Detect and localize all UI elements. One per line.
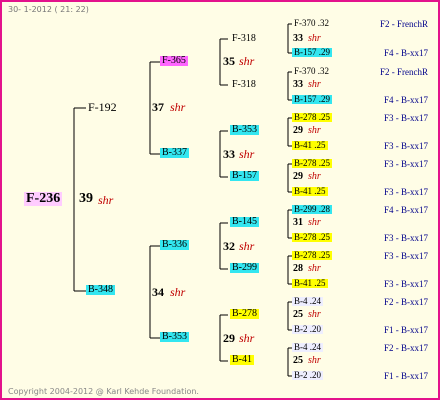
root-node-id[interactable]: F-236 — [24, 192, 63, 206]
gen4-node-1[interactable]: F-370 .32 — [292, 19, 331, 28]
gen4-node-3[interactable]: F-370 .32 — [292, 67, 331, 76]
gen4-node-5[interactable]: B-278 .25 — [292, 113, 332, 122]
gen3-gen-2: 33 — [293, 79, 303, 90]
gen1-node-2[interactable]: B-348 — [86, 285, 115, 295]
gen3-gen-1: 33 — [293, 33, 303, 44]
gen3-node-7[interactable]: B-278 — [230, 309, 259, 319]
gen2-node-2[interactable]: B-337 — [160, 148, 189, 158]
gen4-node-15[interactable]: B-4 .24 — [292, 343, 323, 352]
gen3-shr-2: shr — [308, 79, 321, 90]
gen4-node-16[interactable]: B-2 .20 — [292, 371, 323, 380]
gen4-node-13[interactable]: B-4 .24 — [292, 297, 323, 306]
gen2-gen-2: 33 — [223, 147, 235, 161]
gen2-shr-1: shr — [239, 54, 255, 68]
right-label-10: F3 - B-xx17 — [383, 233, 428, 243]
gen4-node-12[interactable]: B-41 .25 — [292, 279, 328, 288]
gen3-gen-3: 29 — [293, 125, 303, 136]
root-generation: 39 — [79, 191, 93, 206]
gen2-node-4[interactable]: B-353 — [160, 332, 189, 342]
gen4-node-8[interactable]: B-41 .25 — [292, 187, 328, 196]
gen4-node-11[interactable]: B-278 .25 — [292, 251, 332, 260]
right-label-15: F2 - B-xx17 — [383, 343, 428, 353]
right-label-2: F4 - B-xx17 — [383, 48, 428, 58]
right-label-6: F3 - B-xx17 — [383, 141, 428, 151]
right-label-7: F3 - B-xx17 — [383, 159, 428, 169]
gen2-gen-1: 35 — [223, 54, 235, 68]
root-shr: shr — [98, 193, 114, 207]
right-label-12: F3 - B-xx17 — [383, 279, 428, 289]
gen2-gen-3: 32 — [223, 239, 235, 253]
gen4-node-4[interactable]: B-157 .29 — [292, 95, 332, 104]
gen1-shr-1: shr — [170, 100, 186, 114]
pedigree-frame: 30- 1-2012 ( 21: 22) F-236 39 shr F-192 … — [0, 0, 440, 400]
gen3-shr-6: shr — [308, 263, 321, 274]
gen1-node-1[interactable]: F-192 — [88, 101, 117, 113]
right-label-4: F4 - B-xx17 — [383, 95, 428, 105]
gen4-node-2[interactable]: B-157 .29 — [292, 48, 332, 57]
gen2-shr-4: shr — [239, 331, 255, 345]
right-label-11: F3 - B-xx17 — [383, 251, 428, 261]
gen2-node-3[interactable]: B-336 — [160, 240, 189, 250]
gen3-gen-7: 25 — [293, 309, 303, 320]
gen4-node-6[interactable]: B-41 .25 — [292, 141, 328, 150]
gen1-gen-1: 37 — [152, 100, 164, 114]
gen4-node-7[interactable]: B-278 .25 — [292, 159, 332, 168]
gen3-node-1[interactable]: F-318 — [230, 34, 258, 44]
right-label-3: F2 - FrenchR — [380, 67, 428, 77]
right-label-14: F1 - B-xx17 — [383, 325, 428, 335]
gen3-shr-7: shr — [308, 309, 321, 320]
right-label-1: F2 - FrenchR — [380, 19, 428, 29]
gen3-node-8[interactable]: B-41 — [230, 355, 254, 365]
right-label-5: F3 - B-xx17 — [383, 113, 428, 123]
gen3-gen-4: 29 — [293, 171, 303, 182]
gen3-shr-8: shr — [308, 355, 321, 366]
gen4-node-9[interactable]: B-299 .28 — [292, 205, 332, 214]
gen3-shr-4: shr — [308, 171, 321, 182]
gen3-gen-5: 31 — [293, 217, 303, 228]
gen3-shr-1: shr — [308, 33, 321, 44]
gen3-gen-6: 28 — [293, 263, 303, 274]
gen3-node-4[interactable]: B-157 — [230, 171, 259, 181]
right-label-13: F2 - B-xx17 — [383, 297, 428, 307]
gen2-shr-3: shr — [239, 239, 255, 253]
gen3-node-3[interactable]: B-353 — [230, 125, 259, 135]
gen4-node-10[interactable]: B-278 .25 — [292, 233, 332, 242]
tree-lines — [73, 23, 292, 377]
gen3-node-6[interactable]: B-299 — [230, 263, 259, 273]
gen1-gen-2: 34 — [152, 285, 164, 299]
gen2-gen-4: 29 — [223, 331, 235, 345]
right-label-8: F3 - B-xx17 — [383, 187, 428, 197]
right-label-16: F1 - B-xx17 — [383, 371, 428, 381]
footer-copyright: Copyright 2004-2012 @ Karl Kehde Foundat… — [8, 387, 199, 396]
gen3-node-2[interactable]: F-318 — [230, 80, 258, 90]
gen4-node-14[interactable]: B-2 .20 — [292, 325, 323, 334]
gen1-shr-2: shr — [170, 285, 186, 299]
gen2-shr-2: shr — [239, 147, 255, 161]
gen3-gen-8: 25 — [293, 355, 303, 366]
gen2-node-1[interactable]: F-365 — [160, 56, 188, 66]
gen3-shr-5: shr — [308, 217, 321, 228]
right-label-9: F4 - B-xx17 — [383, 205, 428, 215]
gen3-node-5[interactable]: B-145 — [230, 217, 259, 227]
gen3-shr-3: shr — [308, 125, 321, 136]
